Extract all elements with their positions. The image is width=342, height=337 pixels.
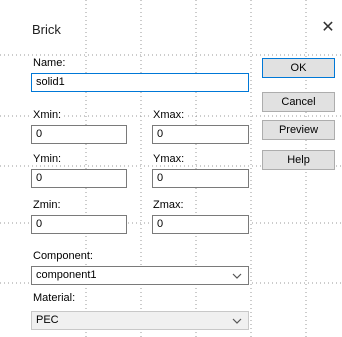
close-icon[interactable]: ✕ — [318, 18, 338, 38]
ymax-value: 0 — [157, 172, 164, 184]
zmin-label: Zmin: — [32, 199, 62, 211]
help-button[interactable]: Help — [262, 150, 335, 170]
ymax-label: Ymax: — [152, 153, 186, 165]
component-select[interactable]: component1 — [31, 266, 249, 285]
dialog-title: Brick — [32, 22, 61, 37]
name-label: Name: — [32, 57, 67, 69]
chevron-down-icon — [232, 273, 242, 279]
zmin-value: 0 — [36, 218, 43, 230]
name-value: solid1 — [36, 76, 65, 88]
xmax-label: Xmax: — [152, 109, 186, 121]
component-value: component1 — [36, 269, 97, 281]
material-label: Material: — [32, 292, 77, 304]
zmax-field[interactable]: 0 — [152, 215, 249, 234]
name-field[interactable]: solid1 — [31, 73, 249, 92]
xmin-label: Xmin: — [32, 109, 63, 121]
preview-button[interactable]: Preview — [262, 120, 335, 140]
cancel-button[interactable]: Cancel — [262, 92, 335, 112]
material-select[interactable]: PEC — [31, 311, 249, 330]
zmin-field[interactable]: 0 — [31, 215, 127, 234]
component-label: Component: — [32, 250, 94, 262]
ymin-label: Ymin: — [32, 153, 63, 165]
zmax-label: Zmax: — [152, 199, 185, 211]
zmax-value: 0 — [157, 218, 164, 230]
material-value: PEC — [36, 314, 59, 326]
ymin-field[interactable]: 0 — [31, 169, 127, 188]
xmax-field[interactable]: 0 — [152, 125, 249, 144]
chevron-down-icon — [232, 318, 242, 324]
ymin-value: 0 — [36, 172, 43, 184]
xmin-value: 0 — [36, 128, 43, 140]
ok-button[interactable]: OK — [262, 58, 335, 78]
ymax-field[interactable]: 0 — [152, 169, 249, 188]
xmax-value: 0 — [157, 128, 164, 140]
xmin-field[interactable]: 0 — [31, 125, 127, 144]
